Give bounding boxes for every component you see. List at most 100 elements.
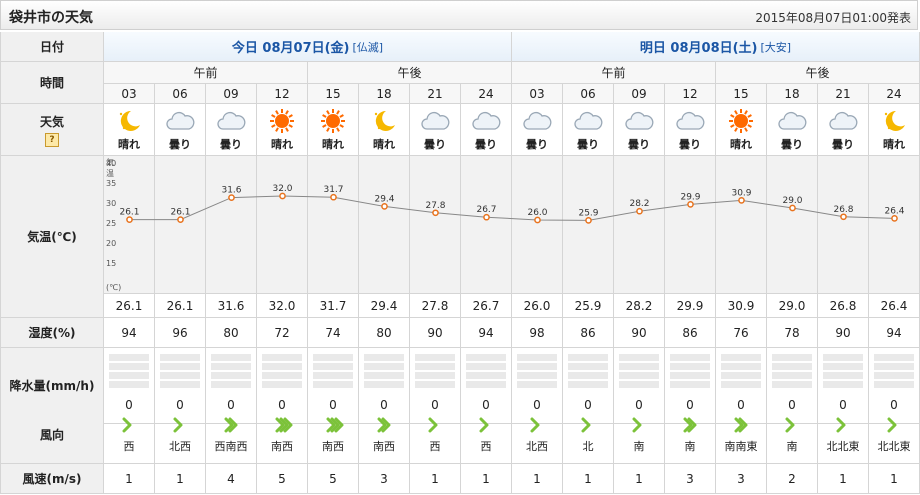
humidity-cell: 94 xyxy=(869,318,920,348)
precip-gauge-bar xyxy=(823,363,863,370)
humidity-value: 90 xyxy=(835,325,851,340)
temp-value-cell: 26.1 xyxy=(104,294,155,318)
hour-cell: 12 xyxy=(257,84,308,104)
precip-gauge-bar xyxy=(517,381,557,388)
wind-dir-cell: 北西 xyxy=(512,406,563,464)
humidity-cell: 80 xyxy=(359,318,410,348)
row-label-weather: 天気? xyxy=(0,104,104,156)
weather-cell: 曇り xyxy=(410,104,461,156)
hour-label: 06 xyxy=(172,86,188,101)
temp-point xyxy=(381,203,388,210)
precip-gauge-bar xyxy=(517,354,557,361)
temp-value: 26.4 xyxy=(880,298,908,313)
precip-gauge-bar xyxy=(262,381,302,388)
temp-point xyxy=(738,197,745,204)
temp-value: 31.7 xyxy=(319,298,347,313)
sun-icon xyxy=(729,108,753,133)
humidity-value: 98 xyxy=(529,325,545,340)
precip-gauge-bar xyxy=(211,381,251,388)
hour-cell: 15 xyxy=(716,84,767,104)
day-header-1: 明日 08月08日(土) [大安] xyxy=(512,32,920,62)
hour-cell: 24 xyxy=(461,84,512,104)
hour-cell: 24 xyxy=(869,84,920,104)
weather-cell: 晴れ xyxy=(257,104,308,156)
temp-value-cell: 26.4 xyxy=(869,294,920,318)
temp-data-label: 26.1 xyxy=(119,208,139,218)
period-label: 午前 xyxy=(601,66,626,80)
moon-icon xyxy=(374,110,395,131)
day-header-label: 明日 08月08日(土) xyxy=(639,41,758,56)
weather-text: 曇り xyxy=(220,137,242,151)
weather-cell: 曇り xyxy=(461,104,512,156)
hour-label: 03 xyxy=(529,86,545,101)
wind-speed-value: 4 xyxy=(227,471,235,486)
humidity-cell: 86 xyxy=(665,318,716,348)
temp-line xyxy=(129,195,895,221)
wind-arrow-icon xyxy=(275,417,293,432)
temp-point xyxy=(432,209,439,217)
wind-dir-text: 北北東 xyxy=(826,439,860,453)
cloud-icon xyxy=(523,111,552,130)
wind-dir-text: 北北東 xyxy=(877,439,911,453)
precip-gauge-bar xyxy=(568,372,608,379)
precip-gauge-bar xyxy=(415,381,455,388)
temp-value: 26.7 xyxy=(472,298,500,313)
temp-value: 31.6 xyxy=(217,298,245,313)
temp-data-label: 32.0 xyxy=(272,184,292,194)
precip-gauge-bar xyxy=(466,372,506,379)
wind-dir-cell: 南西 xyxy=(308,406,359,464)
humidity-value: 96 xyxy=(172,325,188,340)
temp-data-label: 26.0 xyxy=(527,208,547,218)
wind-dir-text: 南 xyxy=(786,439,798,453)
precip-gauge-bar xyxy=(772,372,812,379)
wind-speed-value: 1 xyxy=(125,471,133,486)
wind-dir-cell: 南 xyxy=(614,406,665,464)
humidity-value: 94 xyxy=(121,325,137,340)
weather-help-icon[interactable]: ? xyxy=(45,132,59,147)
wind-arrow-icon xyxy=(887,417,897,432)
temp-data-label: 28.2 xyxy=(629,199,649,209)
period-label: 午前 xyxy=(193,66,218,80)
temp-data-label: 26.8 xyxy=(833,205,853,215)
temp-data-label: 25.9 xyxy=(578,208,598,218)
weather-text: 曇り xyxy=(628,137,650,151)
precip-gauge-bar xyxy=(364,372,404,379)
weather-text: 曇り xyxy=(781,137,803,151)
wind-dir-text: 南 xyxy=(633,439,645,453)
weather-cell: 晴れ xyxy=(716,104,767,156)
wind-speed-value: 1 xyxy=(176,471,184,486)
temp-axis-tick: 25 xyxy=(106,219,117,228)
precip-gauge-bar xyxy=(823,354,863,361)
wind-dir-text: 南西 xyxy=(271,439,293,453)
temp-value-cell: 28.2 xyxy=(614,294,665,318)
temp-value-cell: 27.8 xyxy=(410,294,461,318)
precip-gauge-bar xyxy=(415,363,455,370)
weather-cell: 曇り xyxy=(818,104,869,156)
hour-label: 18 xyxy=(376,86,392,101)
temp-value-cell: 29.0 xyxy=(767,294,818,318)
wind-dir-cell: 南南東 xyxy=(716,406,767,464)
precip-gauge-bar xyxy=(517,363,557,370)
precip-gauge-bar xyxy=(874,381,914,388)
temp-point xyxy=(228,194,235,201)
wind-dir-cell: 西 xyxy=(410,406,461,464)
wind-speed-value: 1 xyxy=(482,471,490,486)
humidity-cell: 98 xyxy=(512,318,563,348)
hour-label: 18 xyxy=(784,86,800,101)
temp-axis-tick: 15 xyxy=(106,259,117,268)
wind-dir-cell: 南西 xyxy=(257,406,308,464)
temp-axis-unit: (℃) xyxy=(106,283,122,292)
hour-cell: 09 xyxy=(206,84,257,104)
precip-gauge-bar xyxy=(466,363,506,370)
wind-speed-cell: 1 xyxy=(869,464,920,494)
humidity-value: 90 xyxy=(427,325,443,340)
cloud-icon xyxy=(472,111,501,130)
day-header-rokuyo: [大安] xyxy=(760,40,792,54)
temp-point xyxy=(840,213,847,221)
humidity-value: 94 xyxy=(478,325,494,340)
wind-dir-cell: 南 xyxy=(767,406,818,464)
cloud-icon xyxy=(574,111,603,130)
hour-cell: 06 xyxy=(563,84,614,104)
wind-arrow-icon xyxy=(734,417,748,432)
precip-gauge-bar xyxy=(262,354,302,361)
